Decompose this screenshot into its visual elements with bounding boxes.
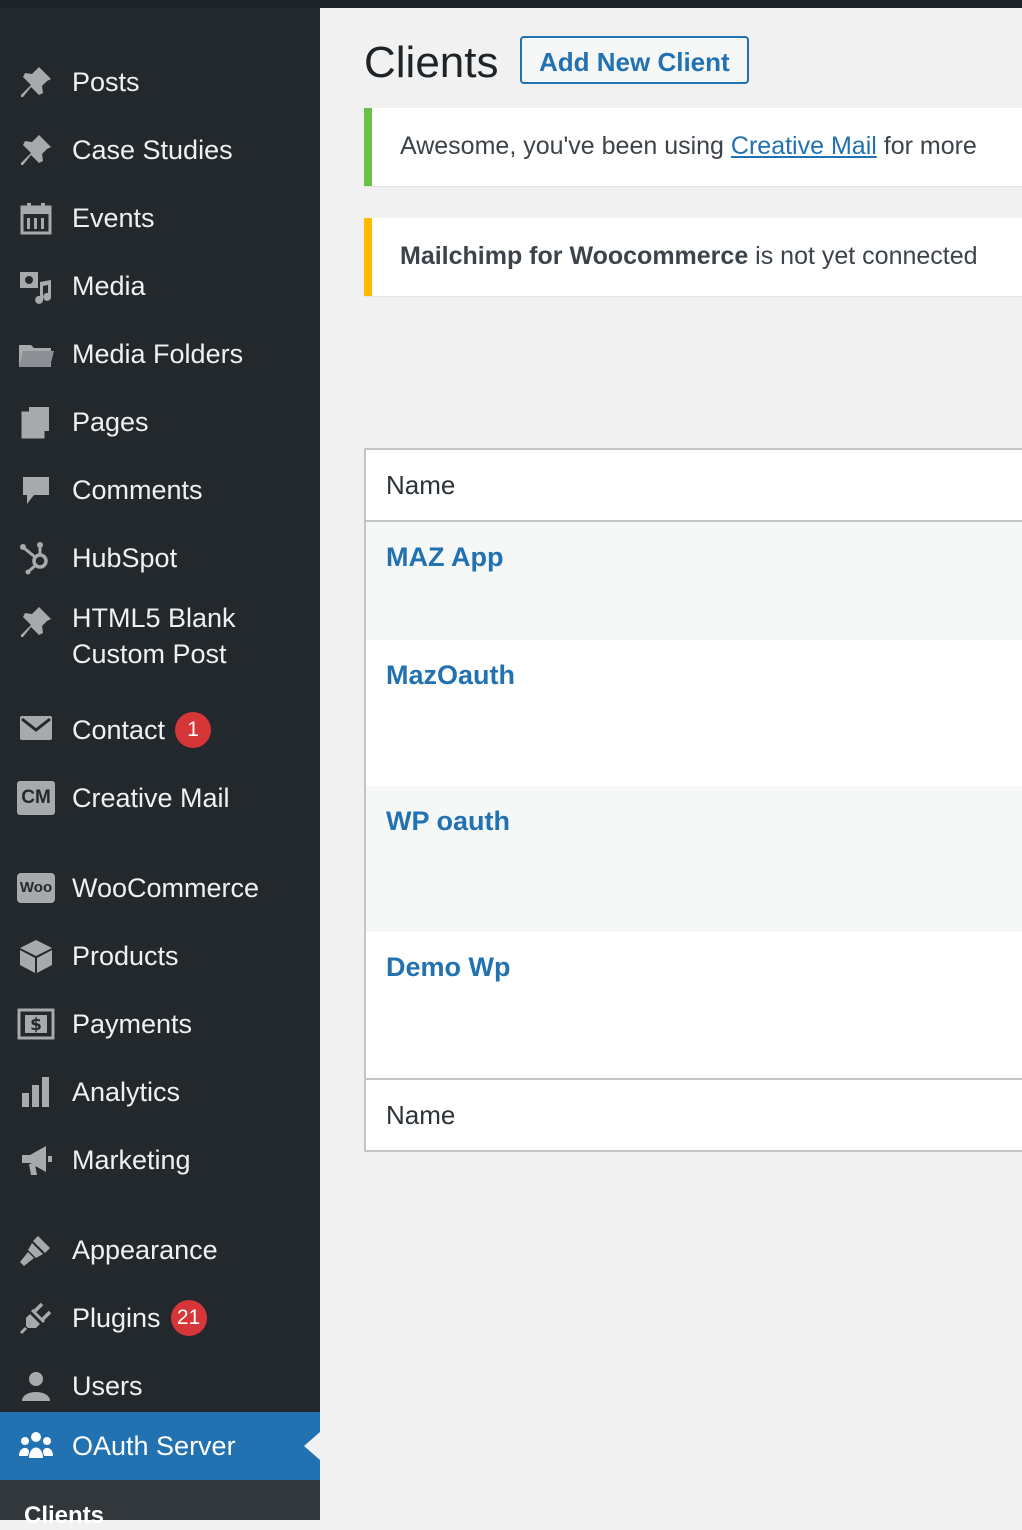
sidebar-item-label: Products bbox=[72, 941, 179, 971]
clients-table: Name MAZ App MazOauth WP oauth Demo Wp N… bbox=[364, 448, 1022, 1152]
sidebar-item-label: WooCommerce bbox=[72, 873, 260, 903]
active-indicator bbox=[304, 1432, 320, 1460]
groups-icon bbox=[16, 1426, 56, 1466]
sidebar-item-label: Appearance bbox=[72, 1235, 218, 1265]
sidebar-item-label: Media bbox=[72, 271, 146, 301]
pin-icon bbox=[16, 130, 56, 170]
sidebar-item-products[interactable]: Products bbox=[0, 930, 320, 982]
sidebar-item-label: Contact bbox=[72, 715, 166, 745]
table-row: WP oauth bbox=[366, 786, 1022, 932]
add-new-client-button[interactable]: Add New Client bbox=[520, 36, 749, 84]
sidebar-item-label: Marketing bbox=[72, 1145, 191, 1175]
sidebar-item-marketing[interactable]: Marketing bbox=[0, 1134, 320, 1186]
main-content: Clients Add New Client Awesome, you've b… bbox=[320, 8, 1022, 1520]
notice-bold-text: Mailchimp for Woocommerce bbox=[400, 242, 749, 270]
notice-text: is not yet connected bbox=[748, 242, 978, 270]
sidebar-item-label: Events bbox=[72, 203, 155, 233]
user-icon bbox=[16, 1366, 56, 1406]
sidebar-item-html5-blank[interactable]: HTML5 Blank Custom Post bbox=[0, 600, 320, 684]
folder-icon bbox=[16, 334, 56, 374]
calendar-icon bbox=[16, 198, 56, 238]
admin-sidebar: Posts Case Studies Events Media Media Fo… bbox=[0, 8, 320, 1529]
column-footer-name[interactable]: Name bbox=[386, 1100, 455, 1131]
client-link[interactable]: MAZ App bbox=[386, 542, 503, 573]
sidebar-item-comments[interactable]: Comments bbox=[0, 464, 320, 516]
sidebar-item-label: Posts bbox=[72, 67, 140, 97]
sidebar-item-posts[interactable]: Posts bbox=[0, 56, 320, 108]
sidebar-item-label: Media Folders bbox=[72, 339, 244, 369]
sidebar-item-events[interactable]: Events bbox=[0, 192, 320, 244]
creative-mail-icon: CM bbox=[16, 778, 56, 818]
hubspot-icon bbox=[16, 538, 56, 578]
plugin-icon bbox=[16, 1298, 56, 1338]
notice-text-suffix: for more bbox=[876, 132, 977, 160]
client-link[interactable]: WP oauth bbox=[386, 806, 510, 837]
notice-warning: Mailchimp for Woocommerce is not yet con… bbox=[364, 218, 1022, 296]
mail-icon bbox=[16, 708, 56, 748]
sidebar-item-label: Creative Mail bbox=[72, 783, 230, 813]
brush-icon bbox=[16, 1230, 56, 1270]
sidebar-item-label: Payments bbox=[72, 1009, 193, 1039]
table-row: Demo Wp bbox=[366, 932, 1022, 1078]
admin-top-bar bbox=[0, 0, 1022, 8]
sidebar-submenu: Clients bbox=[0, 1480, 320, 1529]
sidebar-item-label: Plugins bbox=[72, 1303, 161, 1333]
creative-mail-link[interactable]: Creative Mail bbox=[731, 132, 877, 160]
sidebar-item-users[interactable]: Users bbox=[0, 1360, 320, 1412]
column-header-name[interactable]: Name bbox=[386, 470, 455, 501]
sidebar-item-label: Users bbox=[72, 1371, 143, 1401]
page-title: Clients bbox=[364, 38, 499, 87]
sidebar-item-label: Analytics bbox=[72, 1077, 181, 1107]
box-icon bbox=[16, 936, 56, 976]
sidebar-item-case-studies[interactable]: Case Studies bbox=[0, 124, 320, 176]
sidebar-item-hubspot[interactable]: HubSpot bbox=[0, 532, 320, 584]
notice-success: Awesome, you've been using Creative Mail… bbox=[364, 108, 1022, 186]
sidebar-item-media[interactable]: Media bbox=[0, 260, 320, 312]
bar-chart-icon bbox=[16, 1072, 56, 1112]
sidebar-item-plugins[interactable]: Plugins 21 bbox=[0, 1292, 320, 1344]
table-footer: Name bbox=[366, 1078, 1022, 1150]
sidebar-item-label: OAuth Server bbox=[72, 1431, 236, 1461]
table-header: Name bbox=[366, 450, 1022, 522]
sidebar-item-label: Comments bbox=[72, 475, 203, 505]
sidebar-item-appearance[interactable]: Appearance bbox=[0, 1224, 320, 1276]
megaphone-icon bbox=[16, 1140, 56, 1180]
submenu-item-clients[interactable]: Clients bbox=[24, 1502, 104, 1530]
client-link[interactable]: Demo Wp bbox=[386, 952, 511, 983]
table-row: MazOauth bbox=[366, 640, 1022, 786]
sidebar-item-media-folders[interactable]: Media Folders bbox=[0, 328, 320, 380]
pages-icon bbox=[16, 402, 56, 442]
sidebar-item-label: HubSpot bbox=[72, 543, 178, 573]
pin-icon bbox=[16, 62, 56, 102]
sidebar-item-oauth-server[interactable]: OAuth Server bbox=[0, 1412, 320, 1480]
media-icon bbox=[16, 266, 56, 306]
sidebar-item-analytics[interactable]: Analytics bbox=[0, 1066, 320, 1118]
client-link[interactable]: MazOauth bbox=[386, 660, 515, 691]
sidebar-item-woocommerce[interactable]: Woo WooCommerce bbox=[0, 862, 320, 914]
dollar-icon: $ bbox=[16, 1004, 56, 1044]
sidebar-item-payments[interactable]: $ Payments bbox=[0, 998, 320, 1050]
sidebar-item-label-line2: Custom Post bbox=[72, 639, 227, 669]
sidebar-item-label: Case Studies bbox=[72, 135, 233, 165]
notification-badge: 21 bbox=[170, 1299, 207, 1336]
sidebar-item-label: HTML5 Blank bbox=[72, 603, 236, 633]
comment-icon bbox=[16, 470, 56, 510]
sidebar-item-pages[interactable]: Pages bbox=[0, 396, 320, 448]
woocommerce-icon: Woo bbox=[16, 868, 56, 908]
sidebar-item-label: Pages bbox=[72, 407, 149, 437]
pin-icon bbox=[16, 602, 56, 642]
sidebar-item-contact[interactable]: Contact 1 bbox=[0, 704, 320, 756]
notification-badge: 1 bbox=[175, 711, 212, 748]
table-row: MAZ App bbox=[366, 522, 1022, 640]
sidebar-item-creative-mail[interactable]: CM Creative Mail bbox=[0, 772, 320, 824]
svg-text:$: $ bbox=[30, 1015, 42, 1035]
notice-text: Awesome, you've been using bbox=[400, 132, 731, 160]
